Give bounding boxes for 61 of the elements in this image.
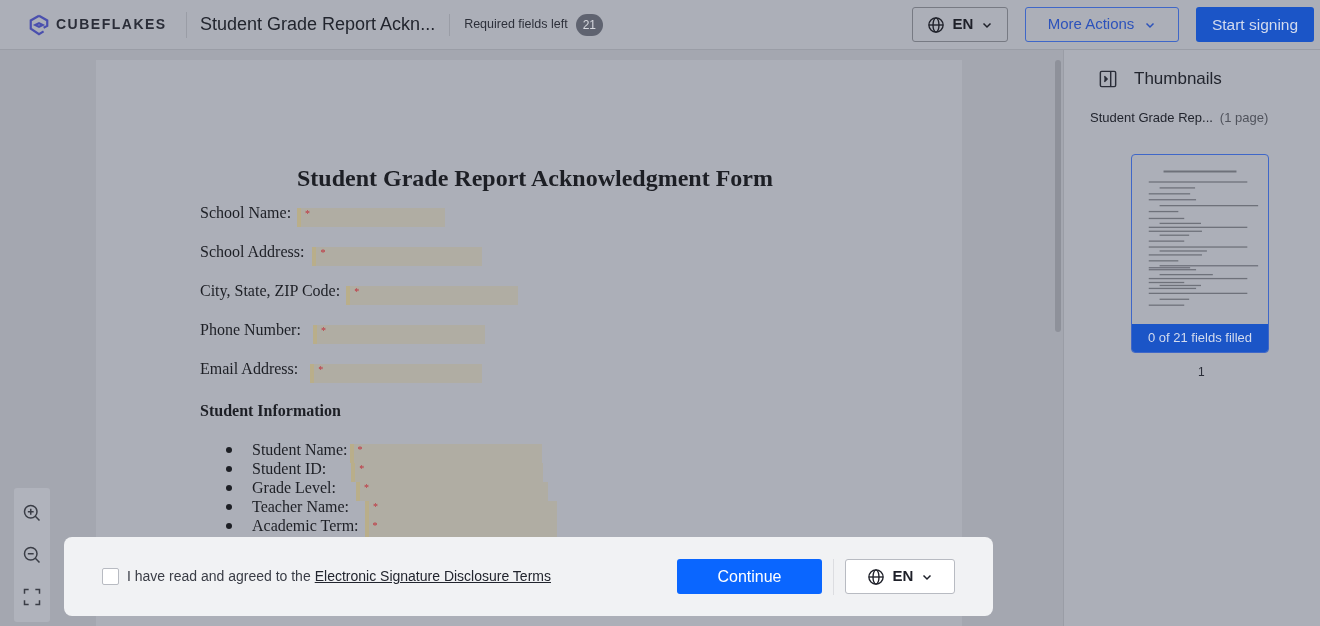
required-mark: * [372,520,378,532]
field-label: Phone Number: [200,320,301,340]
bullet-icon [226,503,232,510]
form-field[interactable]: * [349,444,542,463]
required-fields-label: Required fields left [464,16,568,34]
field-label: School Address: [200,242,305,262]
required-count-badge: 21 [575,13,604,36]
page-number: 1 [1198,364,1206,381]
disclosure-terms-link[interactable]: Electronic Signature Disclosure Terms [314,566,551,587]
form-field[interactable]: * [310,363,483,383]
more-actions-button[interactable]: More Actions [1025,7,1179,42]
field-label: City, State, ZIP Code: [200,281,341,302]
fields-progress: 0 of 21 fields filled [1132,324,1268,352]
zoom-out-icon[interactable] [22,545,42,565]
form-field[interactable]: * [346,285,519,305]
required-mark: * [354,285,360,298]
fullscreen-icon[interactable] [22,587,42,607]
bullet-icon [226,465,232,472]
document-title: Student Grade Report Ackn... [200,13,436,36]
required-mark: * [305,207,311,220]
field-label: Teacher Name: [252,496,350,517]
field-label: Grade Level: [252,477,336,498]
language-button[interactable]: EN [845,559,955,594]
continue-button[interactable]: Continue [677,559,822,594]
required-mark: * [357,444,363,456]
section-heading: Student Information [200,401,342,421]
required-mark: * [320,246,326,259]
bullet-icon [226,446,232,453]
form-field[interactable]: * [355,482,548,501]
logo-icon [28,13,50,36]
globe-icon [926,15,945,34]
brand-name: CUBEFLAKES [56,15,167,34]
page-thumbnail[interactable]: 0 of 21 fields filled [1131,154,1269,353]
globe-icon [866,567,885,586]
required-mark: * [318,363,324,376]
zoom-in-icon[interactable] [22,503,42,523]
field-label: School Name: [200,203,292,223]
document-name: Student Grade Rep... [1090,109,1213,128]
field-label: Email Address: [200,359,299,379]
thumbnails-title: Thumbnails [1134,68,1222,91]
bullet-icon [226,522,232,529]
consent-text: I have read and agreed to the [127,567,311,586]
form-field[interactable]: * [351,463,544,482]
start-signing-button[interactable]: Start signing [1196,7,1314,42]
required-mark: * [359,463,365,475]
field-label: Student Name: [252,439,348,460]
language-button[interactable]: EN [912,7,1008,42]
form-title: Student Grade Report Acknowledgment Form [297,164,774,192]
form-field[interactable]: * [365,501,558,520]
form-field[interactable]: * [312,246,483,266]
field-label: Student ID: [252,458,327,479]
field-label: Academic Term: [252,515,359,536]
page-count: (1 page) [1219,109,1269,128]
bullet-icon [226,484,232,491]
form-field[interactable]: * [297,207,446,227]
required-mark: * [363,482,369,494]
required-mark: * [320,324,326,337]
consent-checkbox[interactable] [102,568,119,585]
required-mark: * [373,501,379,513]
panel-toggle-icon[interactable] [1099,70,1117,88]
form-field[interactable]: * [312,324,485,344]
